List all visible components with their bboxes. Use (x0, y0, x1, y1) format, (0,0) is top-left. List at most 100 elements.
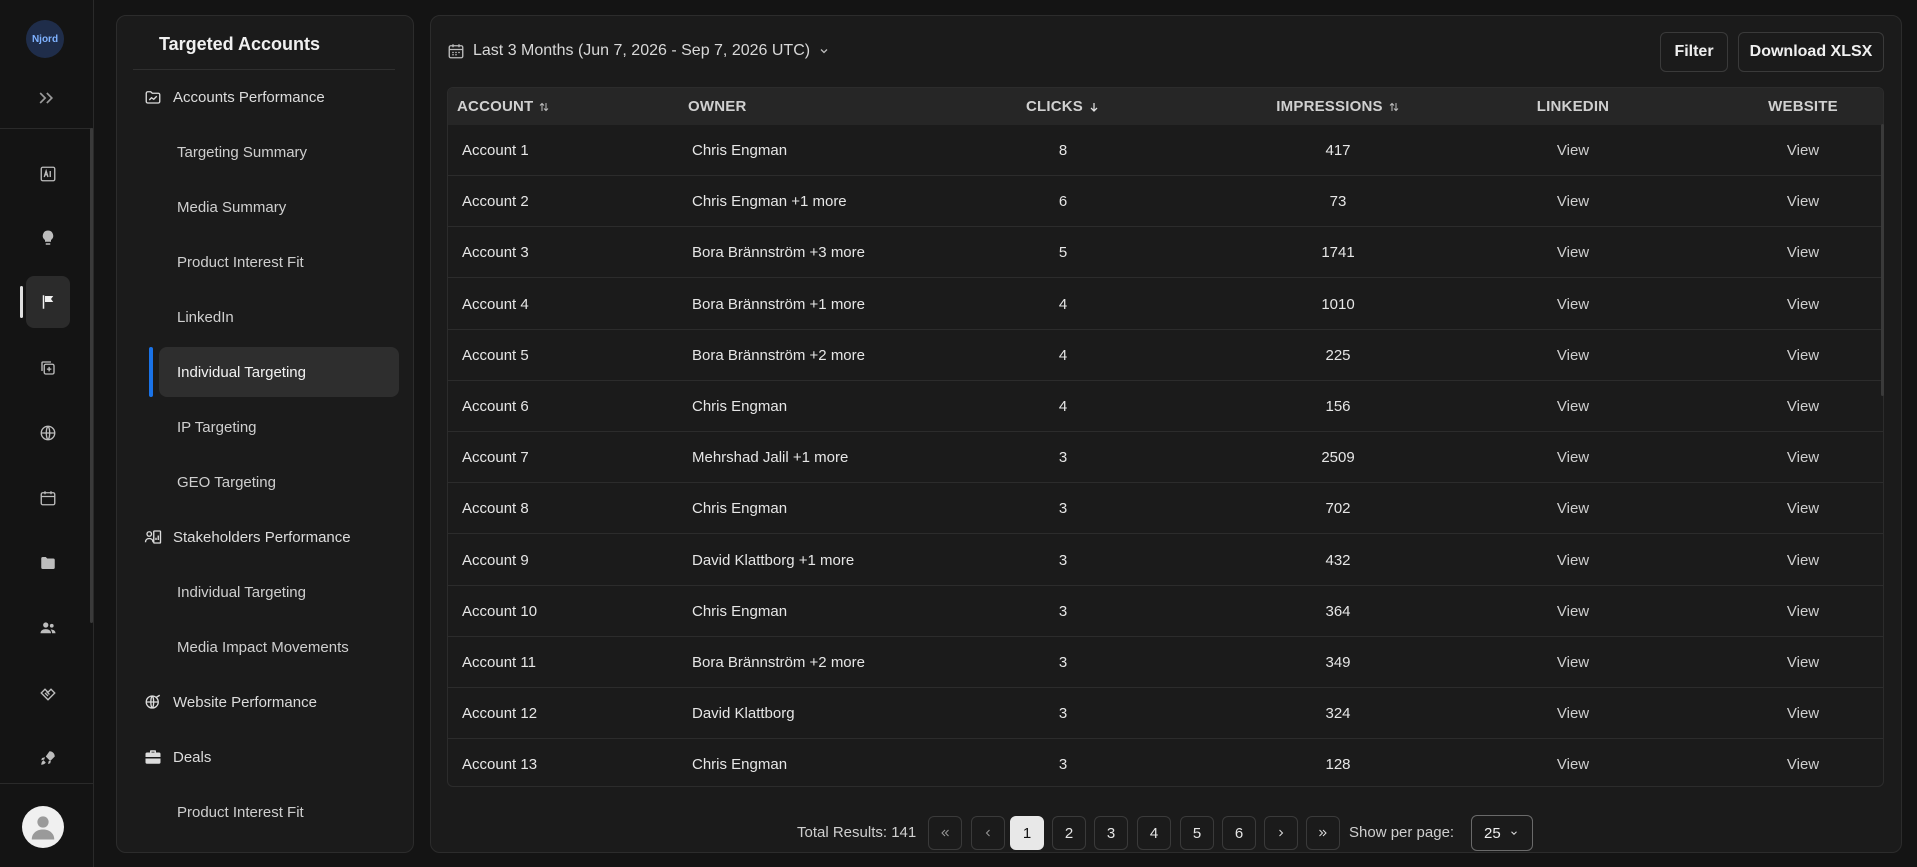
website-view-link[interactable]: View (1688, 739, 1883, 786)
nav-item-individual-targeting-stakeholders[interactable]: Individual Targeting (159, 567, 399, 617)
date-range-picker[interactable]: Last 3 Months (Jun 7, 2026 - Sep 7, 2026… (447, 40, 830, 62)
account-cell[interactable]: Account 12 (462, 688, 537, 739)
expand-sidebar-icon[interactable] (32, 84, 60, 112)
rocket-icon[interactable] (26, 732, 70, 784)
nav-item-individual-targeting[interactable]: Individual Targeting (149, 347, 399, 397)
page-button-1[interactable]: 1 (1010, 816, 1044, 850)
folder-icon[interactable] (26, 537, 70, 589)
linkedin-view-link[interactable]: View (1458, 227, 1688, 278)
linkedin-view-link[interactable]: View (1458, 739, 1688, 786)
website-view-link[interactable]: View (1688, 535, 1883, 586)
linkedin-view-link[interactable]: View (1458, 637, 1688, 688)
linkedin-view-link[interactable]: View (1458, 432, 1688, 483)
website-view-link[interactable]: View (1688, 279, 1883, 330)
impressions-cell: 417 (1325, 142, 1351, 159)
column-header-account[interactable]: ACCOUNT (457, 88, 550, 125)
handshake-icon[interactable] (26, 667, 70, 719)
website-performance-icon (143, 692, 163, 712)
website-view-link[interactable]: View (1688, 688, 1883, 739)
account-cell[interactable]: Account 2 (462, 176, 529, 227)
linkedin-view-link[interactable]: View (1458, 688, 1688, 739)
calendar-icon[interactable] (26, 472, 70, 524)
linkedin-view-link[interactable]: View (1458, 381, 1688, 432)
column-header-impressions[interactable]: IMPRESSIONS (1218, 88, 1458, 125)
linkedin-view-link[interactable]: View (1458, 330, 1688, 381)
impressions-cell: 432 (1325, 551, 1351, 569)
nav-item-product-interest-fit[interactable]: Product Interest Fit (159, 237, 399, 287)
clicks-cell: 4 (1058, 346, 1068, 364)
account-cell[interactable]: Account 3 (462, 227, 529, 278)
website-view-link[interactable]: View (1688, 586, 1883, 637)
briefcase-icon (143, 747, 163, 767)
website-view-link[interactable]: View (1688, 125, 1883, 176)
impressions-cell: 1010 (1321, 295, 1355, 313)
page-button-3[interactable]: 3 (1094, 816, 1128, 850)
title-divider (133, 69, 395, 70)
nav-item-linkedin[interactable]: LinkedIn (159, 292, 399, 342)
globe-icon[interactable] (26, 407, 70, 459)
website-view-link[interactable]: View (1688, 637, 1883, 688)
page-button-4[interactable]: 4 (1137, 816, 1171, 850)
impressions-cell: 702 (1325, 500, 1351, 518)
nav-group-label: Deals (173, 748, 212, 766)
filter-button[interactable]: Filter (1660, 32, 1728, 72)
nav-item-product-interest-fit-deals[interactable]: Product Interest Fit (159, 787, 399, 837)
download-xlsx-button[interactable]: Download XLSX (1738, 32, 1884, 72)
nav-item-media-impact-movements[interactable]: Media Impact Movements (159, 622, 399, 672)
impressions-cell: 2509 (1321, 449, 1355, 467)
account-cell[interactable]: Account 11 (462, 637, 536, 688)
nav-group-accounts-performance[interactable]: Accounts Performance (133, 79, 395, 115)
linkedin-view-link[interactable]: View (1458, 483, 1688, 534)
account-cell[interactable]: Account 8 (462, 483, 529, 534)
linkedin-view-link[interactable]: View (1458, 279, 1688, 330)
account-cell[interactable]: Account 4 (462, 279, 529, 330)
flag-icon[interactable] (20, 276, 70, 328)
per-page-select[interactable]: 25 (1471, 815, 1533, 851)
table-scrollbar[interactable] (1881, 124, 1884, 396)
nav-group-deals[interactable]: Deals (133, 739, 395, 775)
page-button-6[interactable]: 6 (1222, 816, 1256, 850)
account-cell[interactable]: Account 6 (462, 381, 529, 432)
sidebar-scrollbar[interactable] (413, 16, 414, 716)
first-page-button[interactable] (928, 816, 962, 850)
linkedin-view-link[interactable]: View (1458, 125, 1688, 176)
chevrons-right-icon (1319, 829, 1327, 837)
account-cell[interactable]: Account 1 (462, 125, 529, 176)
nav-item-geo-targeting[interactable]: GEO Targeting (159, 457, 399, 507)
account-cell[interactable]: Account 13 (462, 739, 537, 786)
linkedin-view-link[interactable]: View (1458, 586, 1688, 637)
ai-report-icon[interactable] (26, 148, 70, 200)
nav-item-ip-targeting[interactable]: IP Targeting (159, 402, 399, 452)
add-copy-icon[interactable] (26, 342, 70, 394)
nav-item-media-summary[interactable]: Media Summary (159, 182, 399, 232)
user-avatar-icon[interactable] (22, 806, 64, 848)
main-panel: Last 3 Months (Jun 7, 2026 - Sep 7, 2026… (430, 15, 1902, 853)
previous-page-button[interactable] (971, 816, 1005, 850)
linkedin-view-link[interactable]: View (1458, 535, 1688, 586)
page-button-5[interactable]: 5 (1180, 816, 1214, 850)
lightbulb-icon[interactable] (26, 212, 70, 264)
account-cell[interactable]: Account 5 (462, 330, 529, 381)
linkedin-view-link[interactable]: View (1458, 176, 1688, 227)
website-view-link[interactable]: View (1688, 330, 1883, 381)
page-button-2[interactable]: 2 (1052, 816, 1086, 850)
account-cell[interactable]: Account 10 (462, 586, 537, 637)
logo[interactable]: Njord (26, 20, 64, 58)
column-header-clicks[interactable]: CLICKS (988, 88, 1138, 125)
sort-descending-icon (1090, 102, 1098, 112)
account-cell[interactable]: Account 7 (462, 432, 529, 483)
nav-item-targeting-summary[interactable]: Targeting Summary (159, 127, 399, 177)
account-cell[interactable]: Account 9 (462, 535, 529, 586)
website-view-link[interactable]: View (1688, 432, 1883, 483)
nav-group-stakeholders-performance[interactable]: Stakeholders Performance (133, 519, 395, 555)
website-view-link[interactable]: View (1688, 483, 1883, 534)
accounts-table: ACCOUNT OWNER CLICKS IMPRESSIONS LINKEDI… (447, 87, 1884, 787)
website-view-link[interactable]: View (1688, 176, 1883, 227)
website-view-link[interactable]: View (1688, 227, 1883, 278)
last-page-button[interactable] (1306, 816, 1340, 850)
nav-group-website-performance[interactable]: Website Performance (133, 684, 395, 720)
website-view-link[interactable]: View (1688, 381, 1883, 432)
rail-scrollbar[interactable] (90, 128, 93, 623)
next-page-button[interactable] (1264, 816, 1298, 850)
users-icon[interactable] (26, 602, 70, 654)
